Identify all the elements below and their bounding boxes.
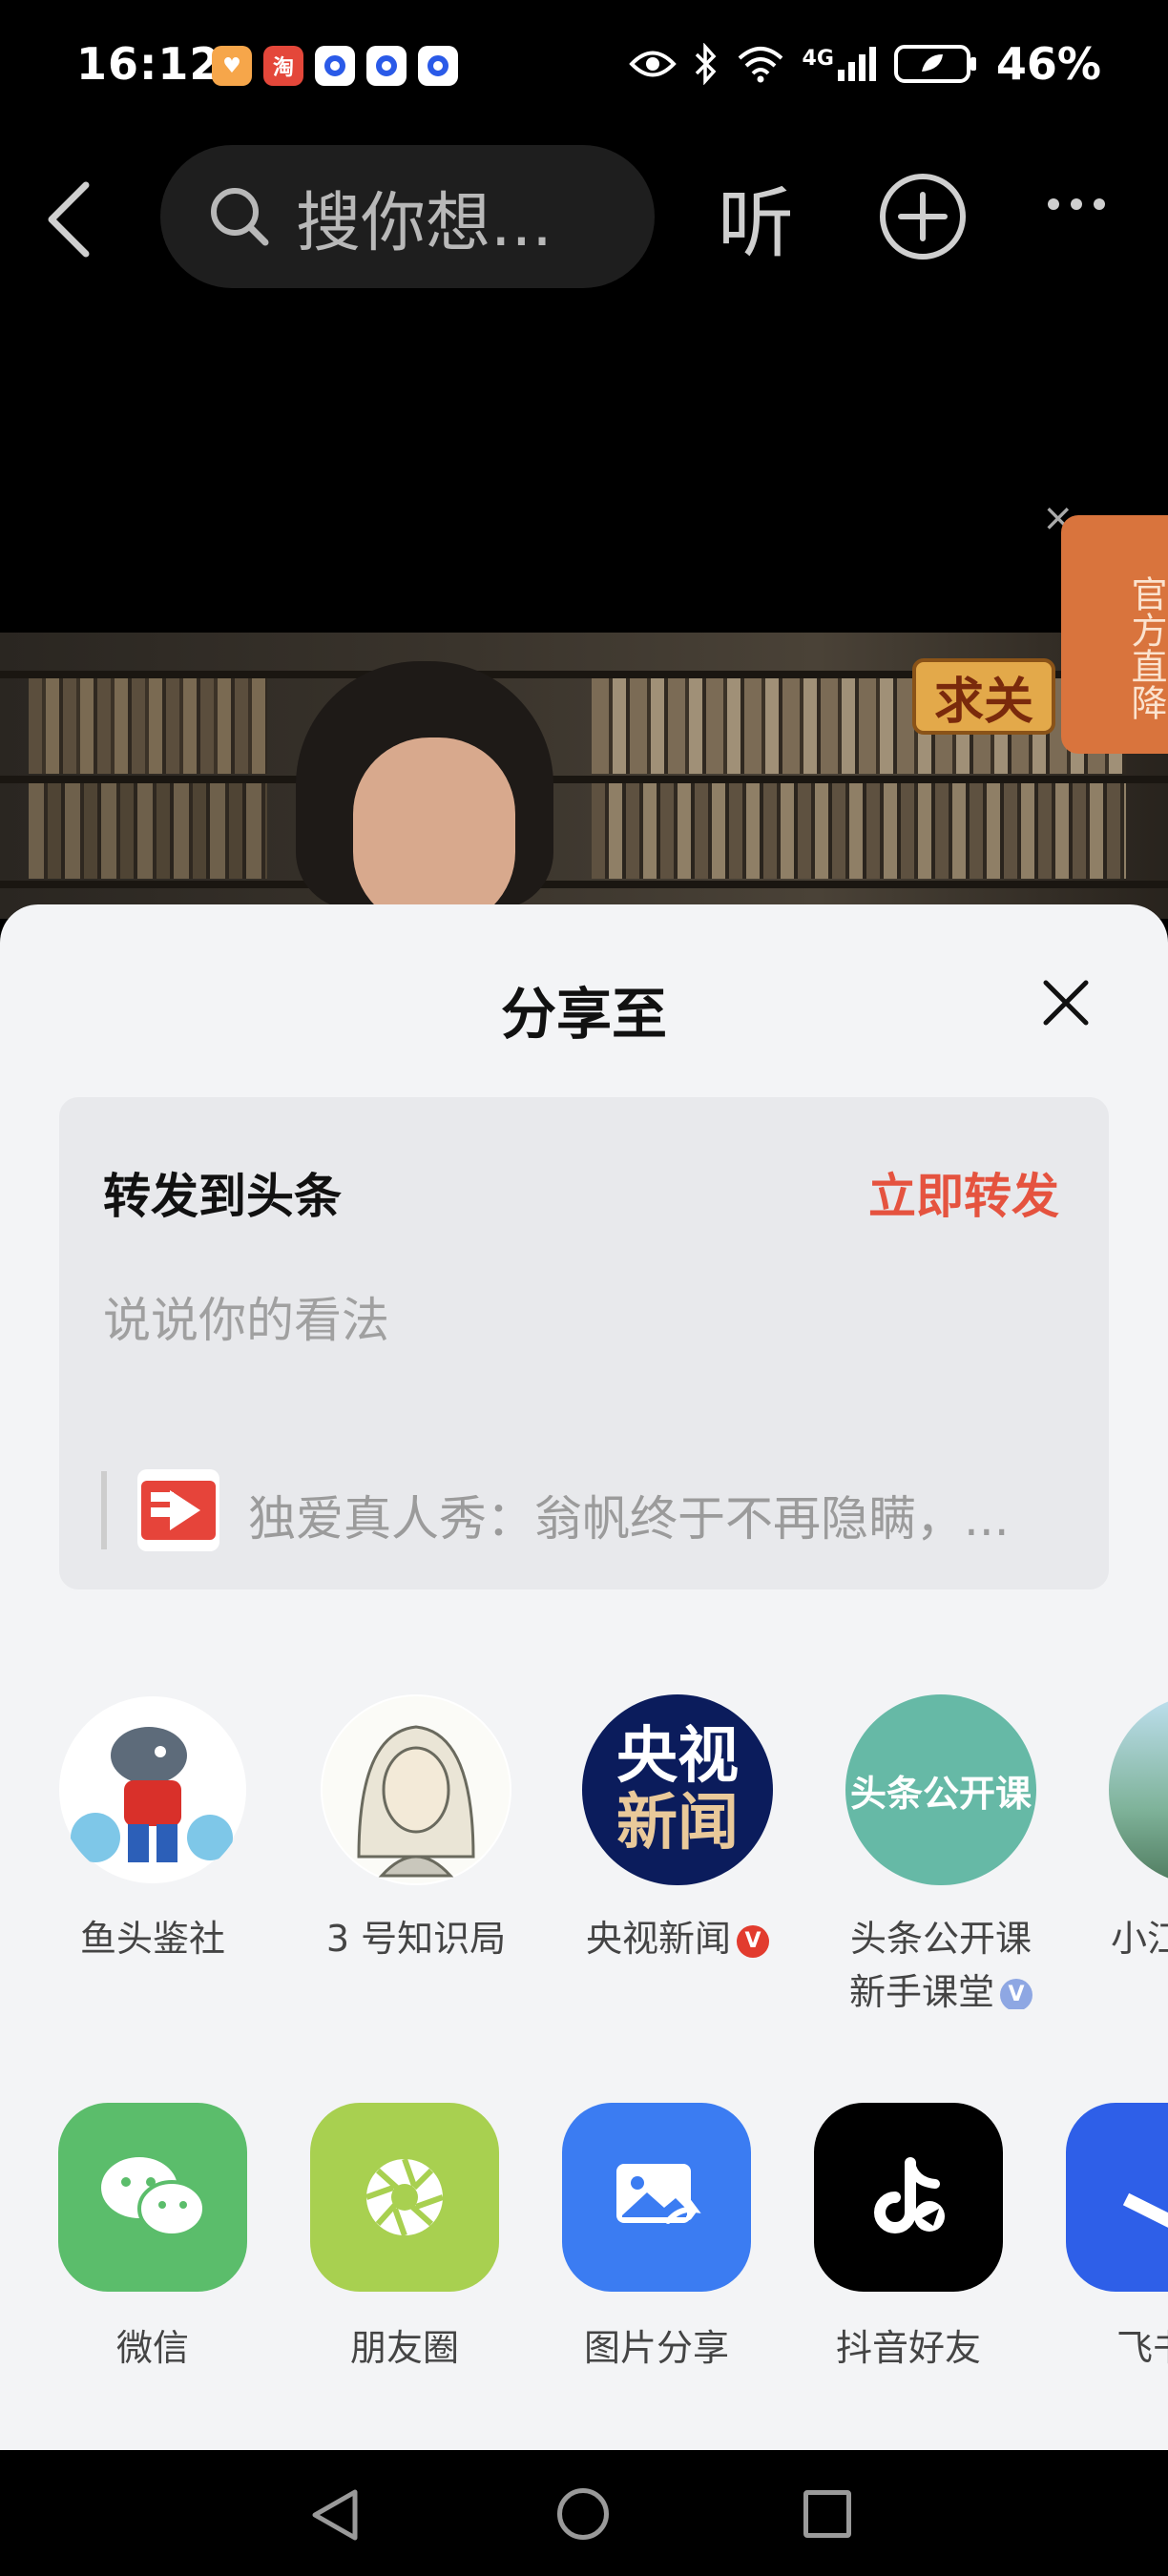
avatar: 央视 新闻 [582, 1694, 773, 1885]
battery-icon [893, 45, 976, 83]
notification-icons: ♥ 淘 [212, 46, 458, 86]
quote-thumbnail [137, 1469, 219, 1551]
blue-app-icon [366, 46, 407, 86]
verified-badge-icon: V [1000, 1978, 1032, 2009]
add-icon[interactable] [878, 172, 968, 261]
taobao-app-icon: 淘 [263, 46, 303, 86]
top-nav: 搜你想... 听 [0, 134, 1168, 296]
verified-badge-icon: V [737, 1924, 769, 1958]
eye-icon [628, 51, 677, 77]
avatar-text: 央视 [616, 1721, 739, 1792]
share-sheet: 分享至 转发到头条 立即转发 说说你的看法 独爱真人秀：翁帆终于不再隐瞒，...… [0, 904, 1168, 2450]
app-label: 微信 [115, 2327, 189, 2369]
heart-app-icon: ♥ [212, 46, 252, 86]
avatar [57, 1694, 248, 1885]
share-apps-row: 微信 朋友圈 图片分享 抖音好友 飞书 [0, 2103, 1168, 2389]
system-nav-bar [0, 2450, 1168, 2576]
share-image[interactable]: 图片分享 [531, 2103, 782, 2371]
app-label: 朋友圈 [349, 2327, 459, 2369]
back-icon[interactable] [36, 172, 103, 267]
douyin-icon [814, 2103, 1003, 2292]
search-icon [211, 188, 269, 246]
repost-card: 转发到头条 立即转发 说说你的看法 独爱真人秀：翁帆终于不再隐瞒，... [59, 1097, 1109, 1589]
nav-back-icon[interactable] [309, 2486, 363, 2544]
status-right: 4G 46% [628, 38, 1101, 90]
status-time: 16:12 [76, 38, 221, 90]
image-share-icon [562, 2103, 751, 2292]
search-input[interactable]: 搜你想... [160, 145, 655, 288]
search-placeholder: 搜你想... [296, 185, 553, 261]
blue-app-icon [418, 46, 458, 86]
contact-item[interactable]: 头条公开课 头条公开课 新手课堂 V [809, 1694, 1073, 2009]
wechat-icon [58, 2103, 247, 2292]
repost-now-button[interactable]: 立即转发 [868, 1158, 1059, 1227]
contact-name-line: 新手课堂 [848, 1971, 994, 2009]
share-douyin[interactable]: 抖音好友 [782, 2103, 1034, 2371]
share-feishu[interactable]: 飞书 [1034, 2103, 1168, 2371]
avatar-text: 头条公开课 [849, 1772, 1032, 1815]
person-face [353, 737, 515, 919]
repost-title: 转发到头条 [103, 1169, 342, 1224]
contact-item[interactable]: 3 号知识局 [284, 1694, 548, 1965]
avatar: 头条公开课 [845, 1694, 1036, 1885]
contact-item[interactable]: 小江 [1073, 1694, 1168, 1965]
contact-item[interactable]: 央视 新闻 央视新闻 V [546, 1694, 809, 1965]
app-label: 飞书 [1116, 2327, 1168, 2369]
avatar [321, 1694, 511, 1885]
close-icon[interactable] [1040, 977, 1092, 1028]
nav-home-icon[interactable] [557, 2488, 609, 2540]
contact-name: 3 号知识局 [325, 1918, 507, 1960]
comment-input[interactable]: 说说你的看法 [103, 1282, 389, 1351]
contacts-row: 鱼头鉴社 3 号知识局 央视 新闻 央视新闻 V 头条公开课 头条公开课 新手课堂… [0, 1694, 1168, 2009]
moments-icon [310, 2103, 499, 2292]
newton-portrait-icon [323, 1696, 510, 1883]
blue-app-icon [315, 46, 355, 86]
fish-cartoon-icon [59, 1696, 246, 1883]
wifi-icon [738, 47, 782, 83]
avatar [1109, 1694, 1168, 1885]
status-bar: 16:12 ♥ 淘 4G 46% [0, 0, 1168, 134]
promo-tag[interactable]: 官方直降 [1061, 515, 1168, 754]
bluetooth-icon [695, 43, 716, 85]
nav-recent-icon[interactable] [803, 2490, 851, 2538]
sheet-title: 分享至 [500, 982, 667, 1047]
quote-bar [101, 1471, 107, 1549]
contact-name: 鱼头鉴社 [79, 1918, 225, 1960]
more-icon[interactable] [1048, 198, 1105, 210]
contact-name: 小江 [1111, 1918, 1168, 1960]
signal-icon: 4G [803, 47, 876, 81]
contact-name-text: 央视新闻 [585, 1918, 731, 1960]
network-type: 4G [802, 47, 834, 71]
app-label: 抖音好友 [835, 2327, 981, 2369]
contact-name: 央视新闻 V [546, 1912, 809, 1965]
contact-item[interactable]: 鱼头鉴社 [21, 1694, 284, 1965]
contact-name: 头条公开课 新手课堂 V [809, 1912, 1073, 2009]
battery-percent: 46% [995, 38, 1101, 90]
share-moments[interactable]: 朋友圈 [279, 2103, 531, 2371]
quote-text: 独爱真人秀：翁帆终于不再隐瞒，... [248, 1491, 1010, 1547]
share-wechat[interactable]: 微信 [27, 2103, 279, 2371]
listen-button[interactable]: 听 [718, 162, 794, 273]
contact-name-line: 头条公开课 [849, 1918, 1032, 1960]
feishu-icon [1066, 2103, 1168, 2292]
avatar-text: 新闻 [616, 1788, 739, 1859]
app-label: 图片分享 [583, 2327, 729, 2369]
follow-sign[interactable]: 求关 [912, 658, 1055, 735]
video-thumb-icon [141, 1481, 216, 1540]
